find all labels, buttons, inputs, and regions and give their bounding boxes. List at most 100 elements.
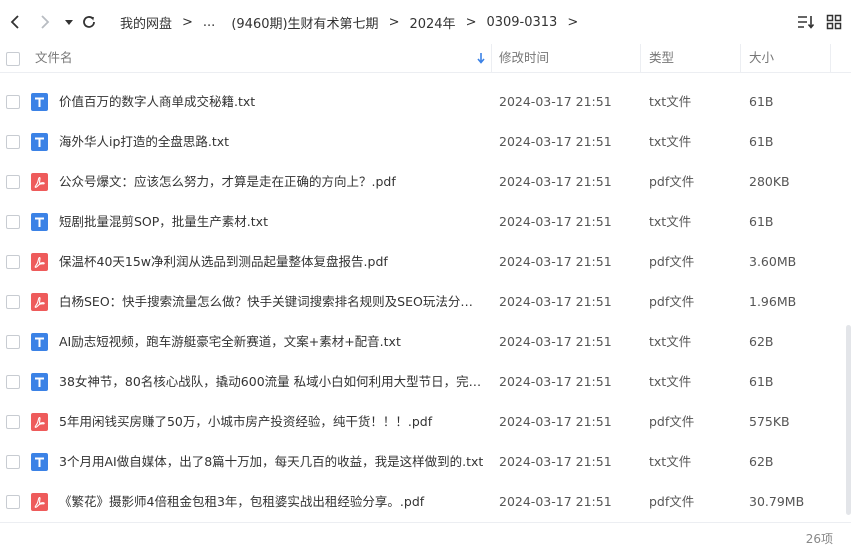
file-modified-time: 2024-03-17 21:51: [499, 414, 612, 429]
breadcrumb-ellipsis[interactable]: ...: [203, 15, 215, 30]
pdf-file-icon: [31, 413, 48, 431]
file-type: txt文件: [649, 94, 692, 109]
column-divider[interactable]: [830, 44, 831, 72]
history-dropdown-button[interactable]: [58, 10, 80, 34]
pdf-file-icon: [31, 293, 48, 311]
breadcrumb-folder-year[interactable]: 2024年: [409, 13, 455, 32]
file-type: txt文件: [649, 334, 692, 349]
txt-file-icon: [31, 133, 48, 151]
file-row[interactable]: 5年用闲钱买房赚了50万，小城市房产投资经验，纯干货！！！.pdf 2024-03…: [0, 402, 851, 442]
file-type: txt文件: [649, 374, 692, 389]
column-divider[interactable]: [740, 44, 741, 72]
file-size: 61B: [749, 374, 774, 389]
select-all-checkbox[interactable]: [6, 52, 20, 66]
file-row[interactable]: 3个月用AI做自媒体，出了8篇十万加，每天几百的收益，我是这样做到的.txt 20…: [0, 442, 851, 482]
column-divider[interactable]: [640, 44, 641, 72]
file-size: 62B: [749, 334, 774, 349]
sort-menu-button[interactable]: [796, 12, 816, 32]
txt-file-icon: [31, 333, 48, 351]
row-checkbox[interactable]: [6, 215, 20, 229]
file-modified-time: 2024-03-17 21:51: [499, 454, 612, 469]
column-type-header[interactable]: 类型: [649, 44, 674, 72]
breadcrumb-folder-current[interactable]: 0309-0313: [486, 15, 557, 30]
file-name[interactable]: 白杨SEO：快手搜索流量怎么做？快手关键词搜索排名规则及SEO玩法分享.pdf: [59, 282, 484, 322]
file-type: txt文件: [649, 454, 692, 469]
file-modified-time: 2024-03-17 21:51: [499, 374, 612, 389]
file-row[interactable]: 公众号爆文：应该怎么努力，才算是走在正确的方向上？.pdf 2024-03-17 …: [0, 162, 851, 202]
row-checkbox[interactable]: [6, 415, 20, 429]
row-checkbox[interactable]: [6, 295, 20, 309]
file-size: 62B: [749, 454, 774, 469]
file-row[interactable]: 价值百万的数字人商单成交秘籍.txt 2024-03-17 21:51 txt文件 6…: [0, 82, 851, 122]
refresh-button[interactable]: [78, 10, 100, 34]
file-row[interactable]: 短剧批量混剪SOP，批量生产素材.txt 2024-03-17 21:51 txt文…: [0, 202, 851, 242]
caret-down-icon: [65, 20, 73, 25]
column-modified-header[interactable]: 修改时间: [499, 44, 549, 72]
file-row[interactable]: AI励志短视频，跑车游艇豪宅全新赛道，文案+素材+配音.txt 2024-03-1…: [0, 322, 851, 362]
breadcrumb-folder-period[interactable]: (9460期)生财有术第七期: [231, 13, 378, 32]
file-modified-time: 2024-03-17 21:51: [499, 174, 612, 189]
file-size: 61B: [749, 94, 774, 109]
file-size: 61B: [749, 214, 774, 229]
row-checkbox[interactable]: [6, 175, 20, 189]
row-checkbox[interactable]: [6, 95, 20, 109]
column-name-header[interactable]: 文件名: [35, 44, 73, 72]
forward-button[interactable]: [34, 10, 56, 34]
toolbar: 我的网盘 > ... (9460期)生财有术第七期 > 2024年 > 0309…: [0, 0, 851, 44]
file-modified-time: 2024-03-17 21:51: [499, 334, 612, 349]
item-count: 26项: [805, 532, 833, 546]
pdf-file-icon: [31, 493, 48, 511]
column-divider[interactable]: [491, 44, 492, 72]
refresh-icon: [83, 16, 95, 28]
row-checkbox[interactable]: [6, 135, 20, 149]
file-row[interactable]: 《繁花》摄影师4倍租金包租3年，包租婆实战出租经验分享。.pdf 2024-03-…: [0, 482, 851, 522]
file-type: pdf文件: [649, 174, 695, 189]
row-checkbox[interactable]: [6, 495, 20, 509]
file-name[interactable]: 《繁花》摄影师4倍租金包租3年，包租婆实战出租经验分享。.pdf: [59, 482, 484, 522]
file-name[interactable]: 5年用闲钱买房赚了50万，小城市房产投资经验，纯干货！！！.pdf: [59, 402, 484, 442]
row-checkbox[interactable]: [6, 255, 20, 269]
file-row[interactable]: 海外华人ip打造的全盘思路.txt 2024-03-17 21:51 txt文件 61…: [0, 122, 851, 162]
file-modified-time: 2024-03-17 21:51: [499, 94, 612, 109]
file-row[interactable]: 38女神节，80名核心战队，撬动600流量 私域小白如何利用大型节日，完成社..…: [0, 362, 851, 402]
scrollbar-thumb[interactable]: [846, 325, 851, 515]
pdf-file-icon: [31, 173, 48, 191]
file-name[interactable]: 价值百万的数字人商单成交秘籍.txt: [59, 82, 484, 122]
row-checkbox[interactable]: [6, 375, 20, 389]
file-row[interactable]: 白杨SEO：快手搜索流量怎么做？快手关键词搜索排名规则及SEO玩法分享.pdf 2…: [0, 282, 851, 322]
file-type: pdf文件: [649, 294, 695, 309]
txt-file-icon: [31, 213, 48, 231]
back-button[interactable]: [4, 10, 26, 34]
chevron-left-icon: [10, 15, 19, 29]
file-modified-time: 2024-03-17 21:51: [499, 214, 612, 229]
file-size: 61B: [749, 134, 774, 149]
file-name[interactable]: AI励志短视频，跑车游艇豪宅全新赛道，文案+素材+配音.txt: [59, 322, 484, 362]
file-size: 280KB: [749, 174, 790, 189]
file-name[interactable]: 3个月用AI做自媒体，出了8篇十万加，每天几百的收益，我是这样做到的.txt: [59, 442, 484, 482]
file-row[interactable]: 保温杯40天15w净利润从选品到测品起量整体复盘报告.pdf 2024-03-17…: [0, 242, 851, 282]
chevron-right-icon: [41, 15, 50, 29]
file-name[interactable]: 38女神节，80名核心战队，撬动600流量 私域小白如何利用大型节日，完成社..…: [59, 362, 484, 402]
breadcrumb-root[interactable]: 我的网盘: [120, 13, 172, 32]
column-header: 文件名 修改时间 类型 大小: [0, 44, 851, 73]
file-type: pdf文件: [649, 414, 695, 429]
file-name[interactable]: 公众号爆文：应该怎么努力，才算是走在正确的方向上？.pdf: [59, 162, 484, 202]
file-name[interactable]: 保温杯40天15w净利润从选品到测品起量整体复盘报告.pdf: [59, 242, 484, 282]
file-modified-time: 2024-03-17 21:51: [499, 134, 612, 149]
row-checkbox[interactable]: [6, 335, 20, 349]
file-name[interactable]: 海外华人ip打造的全盘思路.txt: [59, 122, 484, 162]
grid-view-icon: [826, 14, 842, 30]
row-checkbox[interactable]: [6, 455, 20, 469]
txt-file-icon: [31, 373, 48, 391]
sort-arrow-down-icon[interactable]: [476, 52, 486, 64]
chevron-right-icon: >: [567, 14, 579, 30]
file-size: 30.79MB: [749, 494, 805, 509]
file-name[interactable]: 短剧批量混剪SOP，批量生产素材.txt: [59, 202, 484, 242]
file-size: 575KB: [749, 414, 790, 429]
column-size-header[interactable]: 大小: [749, 44, 774, 72]
chevron-right-icon: >: [388, 14, 400, 30]
breadcrumb: 我的网盘 > ... (9460期)生财有术第七期 > 2024年 > 0309…: [120, 0, 588, 44]
file-type: txt文件: [649, 134, 692, 149]
grid-view-button[interactable]: [824, 12, 844, 32]
file-type: pdf文件: [649, 254, 695, 269]
